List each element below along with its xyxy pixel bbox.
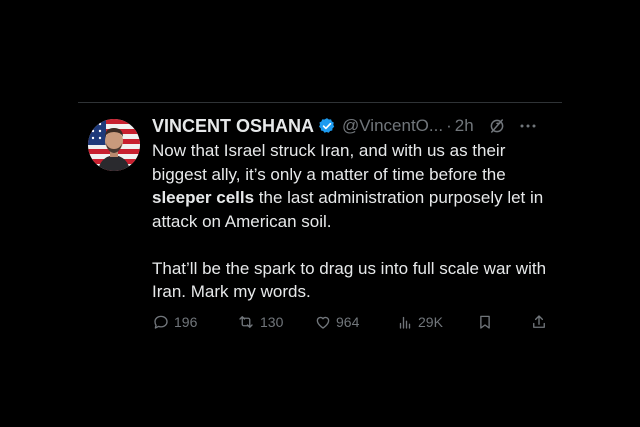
tweet[interactable]: VINCENT OSHANA @VincentO... · 2h Now tha…: [88, 114, 556, 334]
tweet-paragraph-2: That’ll be the spark to drag us into ful…: [152, 258, 547, 302]
repost-count: 130: [260, 314, 284, 330]
tweet-text-bold: sleeper cells: [152, 188, 255, 207]
repost-button[interactable]: 130: [236, 312, 283, 332]
timeline-divider: [78, 102, 562, 103]
display-name[interactable]: VINCENT OSHANA: [152, 116, 314, 137]
tweet-actions: 196 130 964 29K: [152, 312, 548, 332]
tweet-paragraph-1: Now that Israel struck Iran, and with us…: [152, 139, 556, 233]
tweet-text: Now that Israel struck Iran, and with us…: [152, 139, 556, 304]
bookmark-icon: [480, 315, 490, 329]
avatar[interactable]: [88, 119, 140, 171]
like-count: 964: [336, 314, 360, 330]
reply-icon: [154, 315, 168, 329]
reply-count: 196: [174, 314, 198, 330]
repost-icon: [239, 316, 253, 328]
like-button[interactable]: 964: [314, 312, 359, 332]
tweet-text-part: Now that Israel struck Iran, and with us…: [152, 141, 506, 184]
verified-badge-icon: [318, 117, 336, 135]
share-icon: [533, 315, 545, 328]
separator-dot: ·: [446, 116, 452, 135]
bookmark-button[interactable]: [476, 312, 498, 332]
timestamp[interactable]: 2h: [455, 116, 474, 136]
share-button[interactable]: [530, 312, 552, 332]
reply-button[interactable]: 196: [152, 312, 197, 332]
views-count: 29K: [418, 314, 443, 330]
more-icon[interactable]: [518, 117, 538, 135]
avatar-image: [88, 119, 140, 171]
grok-icon[interactable]: [488, 117, 506, 135]
views-icon: [399, 316, 411, 329]
tweet-header: VINCENT OSHANA @VincentO... · 2h: [152, 114, 556, 138]
views-button[interactable]: 29K: [396, 312, 443, 332]
handle[interactable]: @VincentO...: [342, 116, 443, 136]
tweet-body: VINCENT OSHANA @VincentO... · 2h Now tha…: [152, 114, 556, 304]
like-icon: [316, 316, 330, 329]
